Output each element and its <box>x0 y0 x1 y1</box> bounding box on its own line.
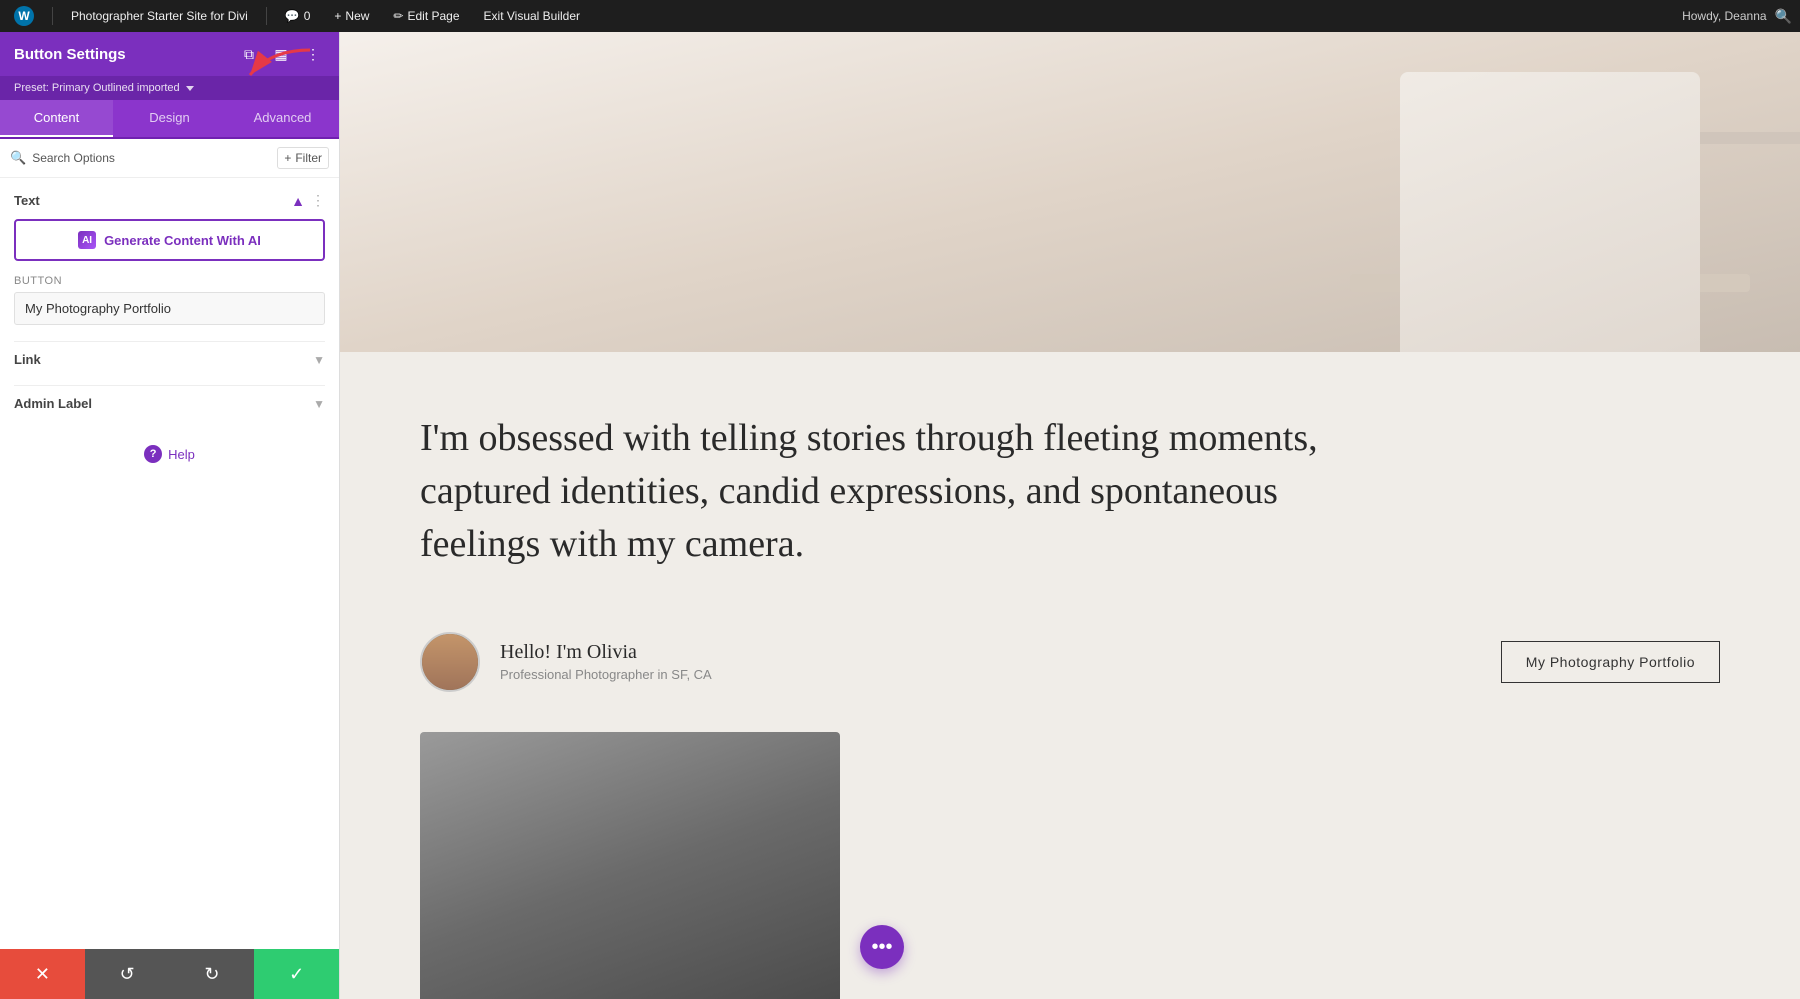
ai-generate-label: Generate Content With AI <box>104 233 261 248</box>
panel-title: Button Settings <box>14 46 126 63</box>
new-item[interactable]: + New <box>328 0 375 32</box>
text-section-header[interactable]: Text ▲ ⋮ <box>14 192 325 209</box>
edit-page-item[interactable]: ✏ Edit Page <box>387 0 465 32</box>
admin-bar: W Photographer Starter Site for Divi 💬 0… <box>0 0 1800 32</box>
comments-item[interactable]: 💬 0 <box>279 0 317 32</box>
edit-icon: ✏ <box>393 9 403 23</box>
link-section-header[interactable]: Link ▼ <box>14 341 325 377</box>
avatar <box>420 632 480 692</box>
portfolio-button[interactable]: My Photography Portfolio <box>1501 641 1720 683</box>
admin-bar-right: Howdy, Deanna 🔍 <box>1682 8 1792 25</box>
admin-search-icon[interactable]: 🔍 <box>1775 8 1792 25</box>
main-layout: Button Settings ⧉ ▦ ⋮ Preset: Primary Ou… <box>0 32 1800 999</box>
wp-logo: W <box>14 6 34 26</box>
exit-builder-label: Exit Visual Builder <box>484 9 581 23</box>
preset-dropdown-arrow <box>186 86 194 91</box>
save-button[interactable]: ✓ <box>254 949 339 999</box>
sidebar-panel: Button Settings ⧉ ▦ ⋮ Preset: Primary Ou… <box>0 32 340 999</box>
site-name-text: Photographer Starter Site for Divi <box>71 9 248 23</box>
text-section-controls: ▲ ⋮ <box>291 192 325 209</box>
button-text-input[interactable] <box>14 292 325 325</box>
filter-label: Filter <box>295 151 322 165</box>
admin-label-chevron-icon: ▼ <box>313 397 325 411</box>
admin-label-section: Admin Label ▼ <box>14 385 325 421</box>
panel-header-controls: ⧉ ▦ ⋮ <box>237 42 325 66</box>
text-section-more-icon[interactable]: ⋮ <box>311 192 325 209</box>
help-button[interactable]: ? Help <box>130 439 209 469</box>
floating-menu-icon: ••• <box>871 936 892 959</box>
search-icon: 🔍 <box>10 150 26 166</box>
profile-name: Hello! I'm Olivia <box>500 641 712 664</box>
new-plus-icon: + <box>334 9 341 23</box>
text-section-title: Text <box>14 193 40 208</box>
help-label: Help <box>168 447 195 462</box>
gallery-image-inner <box>420 732 840 999</box>
profile-info: Hello! I'm Olivia Professional Photograp… <box>500 641 712 682</box>
quote-section: I'm obsessed with telling stories throug… <box>340 352 1800 612</box>
hero-image <box>340 32 1800 352</box>
panel-copy-icon[interactable]: ⧉ <box>237 42 261 66</box>
search-input[interactable] <box>32 151 271 165</box>
profile-section: Hello! I'm Olivia Professional Photograp… <box>340 612 1800 732</box>
comments-count: 0 <box>304 9 311 23</box>
gallery-preview <box>340 732 1800 999</box>
main-content-area: I'm obsessed with telling stories throug… <box>340 32 1800 999</box>
panel-preset-bar[interactable]: Preset: Primary Outlined imported <box>0 76 339 100</box>
button-field-group: Button <box>14 275 325 325</box>
hero-image-content <box>340 32 1800 352</box>
site-name-item[interactable]: Photographer Starter Site for Divi <box>65 0 254 32</box>
tab-content[interactable]: Content <box>0 100 113 137</box>
help-circle-icon: ? <box>144 445 162 463</box>
text-section-toggle-icon[interactable]: ▲ <box>291 193 305 209</box>
link-chevron-icon: ▼ <box>313 353 325 367</box>
panel-more-icon[interactable]: ⋮ <box>301 42 325 66</box>
filter-plus-icon: + <box>284 151 291 165</box>
panel-content: Text ▲ ⋮ AI Generate Content With AI But… <box>0 178 339 949</box>
filter-button[interactable]: + Filter <box>277 147 329 169</box>
cancel-button[interactable]: ✕ <box>0 949 85 999</box>
panel-header: Button Settings ⧉ ▦ ⋮ <box>0 32 339 76</box>
avatar-image <box>422 634 478 690</box>
comments-icon: 💬 <box>285 9 300 23</box>
quote-text: I'm obsessed with telling stories throug… <box>420 412 1320 572</box>
wp-logo-item[interactable]: W <box>8 0 40 32</box>
preset-label: Preset: Primary Outlined imported <box>14 82 180 94</box>
panel-tabs: Content Design Advanced <box>0 100 339 139</box>
help-section: ? Help <box>14 429 325 479</box>
profile-subtitle: Professional Photographer in SF, CA <box>500 667 712 682</box>
redo-button[interactable]: ↻ <box>170 949 255 999</box>
new-label: New <box>345 9 369 23</box>
bottom-bar: ✕ ↺ ↻ ✓ <box>0 949 339 999</box>
howdy-text: Howdy, Deanna <box>1682 9 1767 23</box>
admin-separator-2 <box>266 7 267 25</box>
link-section-title: Link <box>14 352 41 367</box>
undo-button[interactable]: ↺ <box>85 949 170 999</box>
search-bar: 🔍 + Filter <box>0 139 339 178</box>
profile-left: Hello! I'm Olivia Professional Photograp… <box>420 632 712 692</box>
tab-design[interactable]: Design <box>113 100 226 137</box>
text-section: Text ▲ ⋮ AI Generate Content With AI But… <box>14 192 325 325</box>
admin-separator-1 <box>52 7 53 25</box>
admin-label-section-header[interactable]: Admin Label ▼ <box>14 385 325 421</box>
button-field-label: Button <box>14 275 325 287</box>
gallery-image <box>420 732 840 999</box>
link-section: Link ▼ <box>14 341 325 377</box>
panel-grid-icon[interactable]: ▦ <box>269 42 293 66</box>
floating-menu-button[interactable]: ••• <box>860 925 904 969</box>
exit-builder-item[interactable]: Exit Visual Builder <box>478 0 587 32</box>
tab-advanced[interactable]: Advanced <box>226 100 339 137</box>
ai-icon: AI <box>78 231 96 249</box>
ai-generate-button[interactable]: AI Generate Content With AI <box>14 219 325 261</box>
hero-chair-decor <box>1400 72 1700 352</box>
edit-page-label: Edit Page <box>407 9 459 23</box>
admin-label-section-title: Admin Label <box>14 396 92 411</box>
